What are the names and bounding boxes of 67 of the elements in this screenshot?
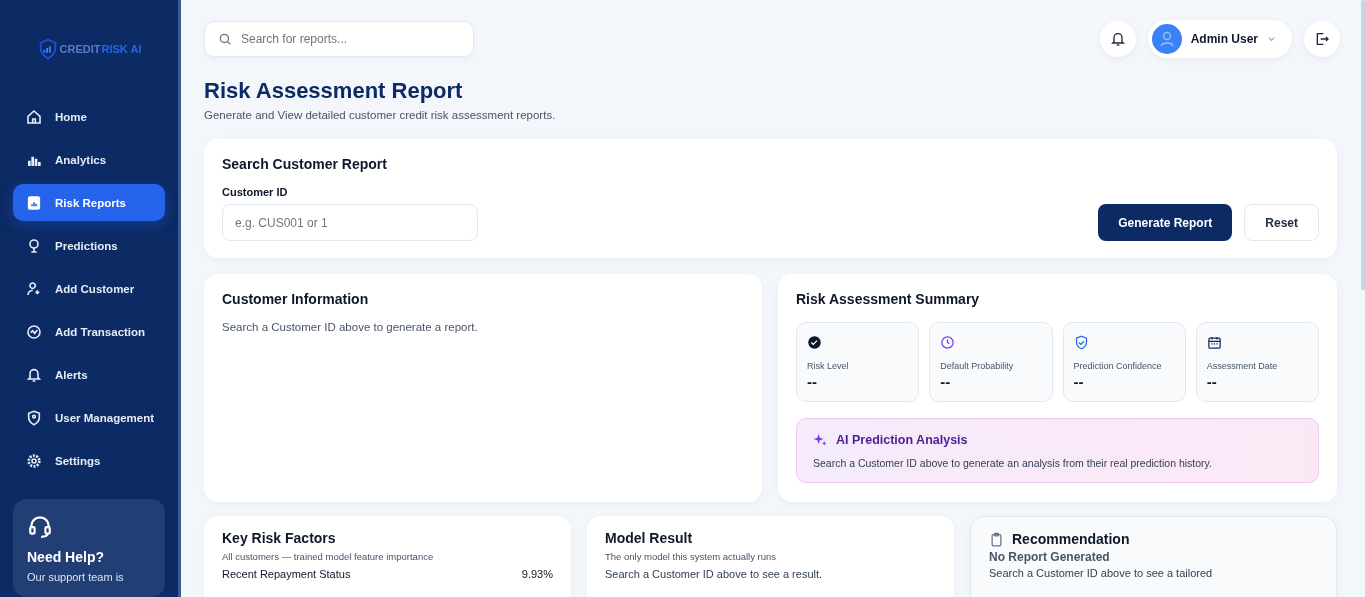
nav-item[interactable]: User Management — [13, 399, 165, 436]
search-icon — [218, 32, 232, 46]
help-title: Need Help? — [27, 549, 105, 565]
nav-item[interactable]: Home — [13, 98, 165, 135]
headset-icon — [27, 513, 53, 539]
result-text: Search a Customer ID above to see a result. — [605, 568, 824, 581]
nav-item[interactable]: Alerts — [13, 356, 165, 393]
clipboard-icon — [989, 531, 1004, 547]
stat-label: Risk Level — [807, 361, 850, 371]
user-plus-icon — [26, 280, 42, 297]
page-title: Risk Assessment Report — [204, 78, 464, 104]
logout-button[interactable] — [1304, 21, 1340, 57]
logo-text: RISK AI — [101, 43, 142, 55]
ai-text: Search a Customer ID above to generate an analysis from their real prediction history. — [813, 457, 1213, 469]
user-menu-button[interactable]: Admin User — [1147, 20, 1292, 58]
bell-icon — [26, 366, 42, 383]
nav-item[interactable]: Settings — [13, 442, 165, 479]
stat-label: Prediction Confidence — [1073, 361, 1163, 371]
chart-circle-icon — [26, 323, 42, 340]
nav-item[interactable]: Predictions — [13, 227, 165, 264]
stat-value: -- — [807, 373, 818, 390]
generate-button[interactable]: Generate Report — [1098, 204, 1233, 241]
gear-icon — [26, 452, 42, 469]
avatar-icon — [1151, 24, 1182, 54]
stat-value: -- — [1206, 373, 1218, 390]
nav-item[interactable]: Risk Reports — [13, 184, 165, 221]
stat-label: Assessment Date — [1206, 361, 1279, 371]
card-title: Model Result — [605, 530, 694, 546]
help-text: Our support team is — [27, 571, 125, 583]
sparkle-icon — [813, 432, 828, 447]
search-field[interactable]: Search for reports... — [204, 21, 474, 57]
logo-text: CREDIT — [59, 43, 101, 55]
stat-value: -- — [1073, 373, 1085, 390]
card-title: Customer Information — [222, 291, 370, 307]
reset-button[interactable]: Reset — [1244, 204, 1319, 241]
chevron-down-icon — [1267, 34, 1276, 44]
nav-item[interactable]: Analytics — [13, 141, 165, 178]
recommendation-status: No Report Generated — [989, 550, 1111, 564]
card-subtitle: The only model this system actually runs — [605, 551, 778, 562]
card-title: Search Customer Report — [222, 156, 388, 172]
notifications-button[interactable] — [1099, 21, 1136, 57]
field-label: Customer ID — [222, 186, 289, 198]
stat-value: -- — [940, 373, 952, 390]
ai-title: AI Prediction Analysis — [836, 432, 968, 447]
clock-icon — [940, 335, 956, 350]
card-title: Recommendation — [1012, 531, 1130, 547]
home-icon — [26, 108, 42, 125]
bell-icon — [1109, 31, 1126, 47]
shield-user-icon — [26, 409, 42, 426]
report-icon — [26, 194, 42, 211]
shield-icon — [1073, 335, 1089, 350]
scrollbar[interactable] — [1361, 0, 1365, 290]
nav-item[interactable]: Add Transaction — [13, 313, 165, 350]
card-title: Risk Assessment Summary — [796, 291, 981, 307]
card-subtitle: All customers — trained model feature importance — [222, 551, 435, 562]
customer-id-field[interactable]: e.g. CUS001 or 1 — [222, 204, 478, 241]
page-subtitle: Generate and View detailed customer credit risk assessment reports. — [204, 109, 557, 121]
logout-icon — [1314, 31, 1330, 47]
check-circle-icon — [807, 335, 822, 350]
factor-name: Recent Repayment Status — [222, 568, 351, 581]
recommendation-text: Search a Customer ID above to see a tailored — [989, 567, 1214, 580]
calendar-icon — [1206, 335, 1222, 350]
nav-item[interactable]: Add Customer — [13, 270, 165, 307]
stat-label: Default Probability — [940, 361, 1015, 371]
info-text: Search a Customer ID above to generate a report. — [222, 321, 479, 333]
card-title: Key Risk Factors — [222, 530, 337, 546]
factor-value: 9.93% — [521, 568, 553, 581]
